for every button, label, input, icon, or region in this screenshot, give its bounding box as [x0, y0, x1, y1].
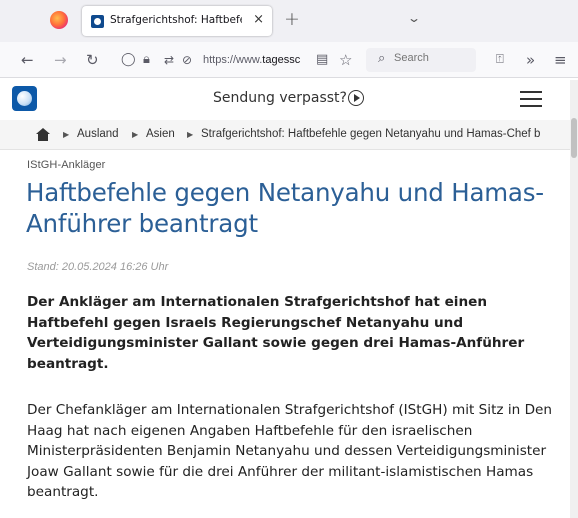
- bookmark-star-icon[interactable]: ☆: [339, 51, 352, 69]
- article-paragraph: Der Chefankläger am Internationalen Stra…: [27, 402, 553, 500]
- overflow-chevron-icon[interactable]: »: [526, 51, 535, 69]
- search-box[interactable]: ⌕: [366, 48, 476, 72]
- tab-strip: Strafgerichtshof: Haftbefehle gegen Neta…: [0, 0, 578, 42]
- article-lead: Der Ankläger am Internationalen Strafger…: [27, 294, 525, 372]
- article-headline: Haftbefehle gegen Netanyahu und Hamas-An…: [26, 178, 544, 238]
- breadcrumb-separator-icon: ▶: [132, 130, 139, 139]
- shield-icon[interactable]: ◯: [121, 51, 136, 69]
- forward-arrow-icon[interactable]: →: [54, 51, 67, 69]
- tagesschau-logo[interactable]: [12, 86, 37, 111]
- breadcrumb-separator-icon: ▶: [63, 130, 70, 139]
- reload-icon[interactable]: ↻: [86, 51, 99, 69]
- save-to-pocket-icon[interactable]: ⍐: [496, 51, 504, 69]
- browser-tab[interactable]: Strafgerichtshof: Haftbefehle gegen Neta…: [82, 6, 272, 36]
- hamburger-menu-icon[interactable]: [520, 91, 542, 107]
- lock-icon[interactable]: 🔒︎: [143, 51, 150, 69]
- tracking-blocked-icon[interactable]: ⊘: [182, 51, 192, 69]
- home-icon[interactable]: [36, 128, 50, 141]
- tab-title: Strafgerichtshof: Haftbefehle gegen Neta…: [110, 14, 242, 26]
- site-header: Sendung verpasst?: [0, 80, 570, 118]
- tagesschau-favicon-icon: [91, 15, 104, 28]
- scrollbar-thumb[interactable]: [571, 118, 577, 158]
- new-tab-button[interactable]: +: [284, 8, 300, 30]
- article-kicker: IStGH-Ankläger: [27, 159, 106, 171]
- breadcrumb-item-ausland[interactable]: Ausland: [77, 128, 119, 140]
- play-icon[interactable]: [348, 90, 364, 106]
- page-scrollbar[interactable]: [570, 80, 578, 518]
- breadcrumb-item-asien[interactable]: Asien: [146, 128, 175, 140]
- list-all-tabs-icon[interactable]: ⌄: [407, 11, 421, 25]
- close-tab-icon[interactable]: ×: [253, 12, 264, 27]
- navigation-toolbar: ← → ↻ ◯ 🔒︎ ⇄ ⊘ https://www.tagessc ▤ ☆ ⌕…: [0, 42, 578, 78]
- sendung-verpasst-link[interactable]: Sendung verpasst?: [213, 90, 347, 106]
- permissions-icon[interactable]: ⇄: [164, 51, 174, 69]
- breadcrumb: ▶ Ausland ▶ Asien ▶ Strafgerichtshof: Ha…: [0, 120, 570, 150]
- search-icon: ⌕: [378, 51, 386, 66]
- back-arrow-icon[interactable]: ←: [21, 51, 34, 69]
- breadcrumb-separator-icon: ▶: [187, 130, 194, 139]
- search-input[interactable]: [394, 52, 470, 64]
- firefox-view-icon[interactable]: [50, 11, 68, 29]
- app-menu-icon[interactable]: ≡: [554, 51, 567, 69]
- url-host: tagessc: [262, 54, 301, 66]
- breadcrumb-item-current: Strafgerichtshof: Haftbefehle gegen Neta…: [201, 128, 541, 140]
- url-prefix: https://www.: [203, 54, 263, 66]
- url-bar[interactable]: https://www.tagessc: [203, 54, 306, 66]
- reader-view-icon[interactable]: ▤: [316, 51, 328, 69]
- article-timestamp: Stand: 20.05.2024 16:26 Uhr: [27, 261, 169, 273]
